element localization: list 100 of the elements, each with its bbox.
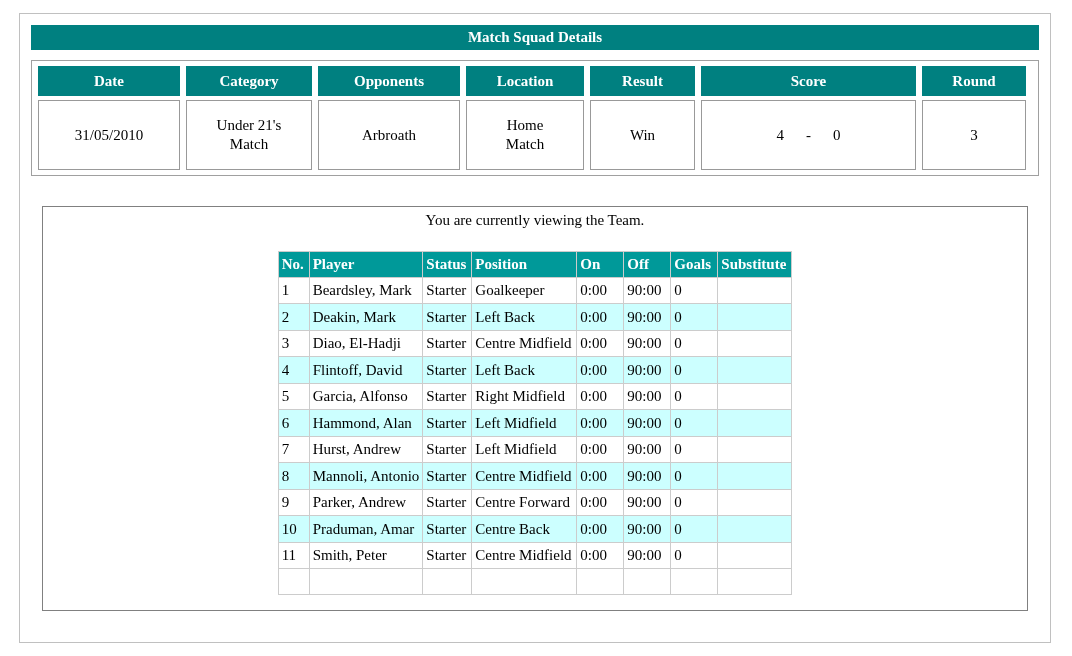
table-cell: 0	[670, 277, 718, 304]
table-cell: Praduman, Amar	[309, 515, 423, 542]
table-cell: 90:00	[623, 383, 671, 410]
table-cell: 0	[670, 303, 718, 330]
column-header: Opponents	[318, 66, 460, 96]
column-header: Substitute	[717, 251, 792, 277]
table-cell: 7	[278, 436, 310, 463]
table-cell: Centre Midfield	[471, 330, 577, 357]
table-cell: 90:00	[623, 462, 671, 489]
table-cell: 31/05/2010	[38, 100, 180, 170]
table-cell: 0:00	[576, 277, 624, 304]
table-cell: 3	[278, 330, 310, 357]
table-cell: Starter	[422, 542, 472, 569]
score-separator: -	[806, 125, 811, 145]
table-cell: Starter	[422, 515, 472, 542]
table-cell: 10	[278, 515, 310, 542]
table-cell: 90:00	[623, 303, 671, 330]
table-cell: Starter	[422, 462, 472, 489]
table-cell: 90:00	[623, 515, 671, 542]
table-cell: 90:00	[623, 489, 671, 516]
table-cell: 8	[278, 462, 310, 489]
table-cell: 0	[670, 383, 718, 410]
table-cell: Deakin, Mark	[309, 303, 423, 330]
table-cell: 5	[278, 383, 310, 410]
table-cell: Flintoff, David	[309, 356, 423, 383]
table-cell: Right Midfield	[471, 383, 577, 410]
table-cell: 3	[922, 100, 1026, 170]
table-cell: 2	[278, 303, 310, 330]
table-cell: Centre Back	[471, 515, 577, 542]
column-header: No.	[278, 251, 310, 277]
table-cell: 90:00	[623, 409, 671, 436]
table-cell: Centre Midfield	[471, 542, 577, 569]
column-header: Off	[623, 251, 671, 277]
table-cell: 0:00	[576, 383, 624, 410]
table-cell: 6	[278, 409, 310, 436]
viewing-message: You are currently viewing the Team.	[425, 211, 645, 230]
table-cell: 0	[670, 409, 718, 436]
home-score: 4	[776, 125, 784, 145]
table-cell: Starter	[422, 303, 472, 330]
table-cell: Starter	[422, 330, 472, 357]
table-cell: Starter	[422, 383, 472, 410]
table-cell: 4	[278, 356, 310, 383]
table-cell: Centre Forward	[471, 489, 577, 516]
table-cell: Starter	[422, 489, 472, 516]
table-cell: Left Midfield	[471, 409, 577, 436]
table-cell: Beardsley, Mark	[309, 277, 423, 304]
table-cell: Starter	[422, 436, 472, 463]
table-cell: Left Midfield	[471, 436, 577, 463]
away-score: 0	[833, 125, 841, 145]
table-cell: Under 21's Match	[186, 100, 312, 170]
table-cell: 0	[670, 436, 718, 463]
table-cell: 0:00	[576, 356, 624, 383]
column-header: Date	[38, 66, 180, 96]
table-cell: 0:00	[576, 515, 624, 542]
column-header: Score	[701, 66, 916, 96]
table-cell: Smith, Peter	[309, 542, 423, 569]
table-cell: Goalkeeper	[471, 277, 577, 304]
column-header: Player	[309, 251, 423, 277]
table-cell: Garcia, Alfonso	[309, 383, 423, 410]
table-cell: Mannoli, Antonio	[309, 462, 423, 489]
column-header: Category	[186, 66, 312, 96]
table-cell: Arbroath	[318, 100, 460, 170]
table-cell: 11	[278, 542, 310, 569]
table-cell: Parker, Andrew	[309, 489, 423, 516]
column-header: Goals	[670, 251, 718, 277]
table-cell: Diao, El-Hadji	[309, 330, 423, 357]
table-cell: Starter	[422, 356, 472, 383]
table-cell: 0:00	[576, 436, 624, 463]
column-header: Status	[422, 251, 472, 277]
table-cell: Hurst, Andrew	[309, 436, 423, 463]
table-cell: 0	[670, 356, 718, 383]
table-cell: 90:00	[623, 277, 671, 304]
table-cell: Left Back	[471, 303, 577, 330]
table-cell: Starter	[422, 409, 472, 436]
column-header: Result	[590, 66, 695, 96]
table-cell: 0:00	[576, 330, 624, 357]
table-cell: 90:00	[623, 330, 671, 357]
table-cell: 0:00	[576, 462, 624, 489]
table-cell: 0:00	[576, 542, 624, 569]
table-cell: Home Match	[466, 100, 584, 170]
table-cell: 0	[670, 489, 718, 516]
table-cell: 90:00	[623, 542, 671, 569]
table-cell: 0:00	[576, 409, 624, 436]
table-cell: Starter	[422, 277, 472, 304]
section-title: Match Squad Details	[31, 25, 1039, 50]
table-cell: 0:00	[576, 489, 624, 516]
table-cell: 90:00	[623, 356, 671, 383]
table-cell: 0	[670, 542, 718, 569]
table-cell: Left Back	[471, 356, 577, 383]
table-cell: 0:00	[576, 303, 624, 330]
table-cell: 0	[670, 330, 718, 357]
table-cell: 9	[278, 489, 310, 516]
column-header: Round	[922, 66, 1026, 96]
table-cell: Hammond, Alan	[309, 409, 423, 436]
table-cell: 1	[278, 277, 310, 304]
table-cell: 0	[670, 462, 718, 489]
column-header: Location	[466, 66, 584, 96]
column-header: On	[576, 251, 624, 277]
table-cell: Centre Midfield	[471, 462, 577, 489]
table-cell: 90:00	[623, 436, 671, 463]
